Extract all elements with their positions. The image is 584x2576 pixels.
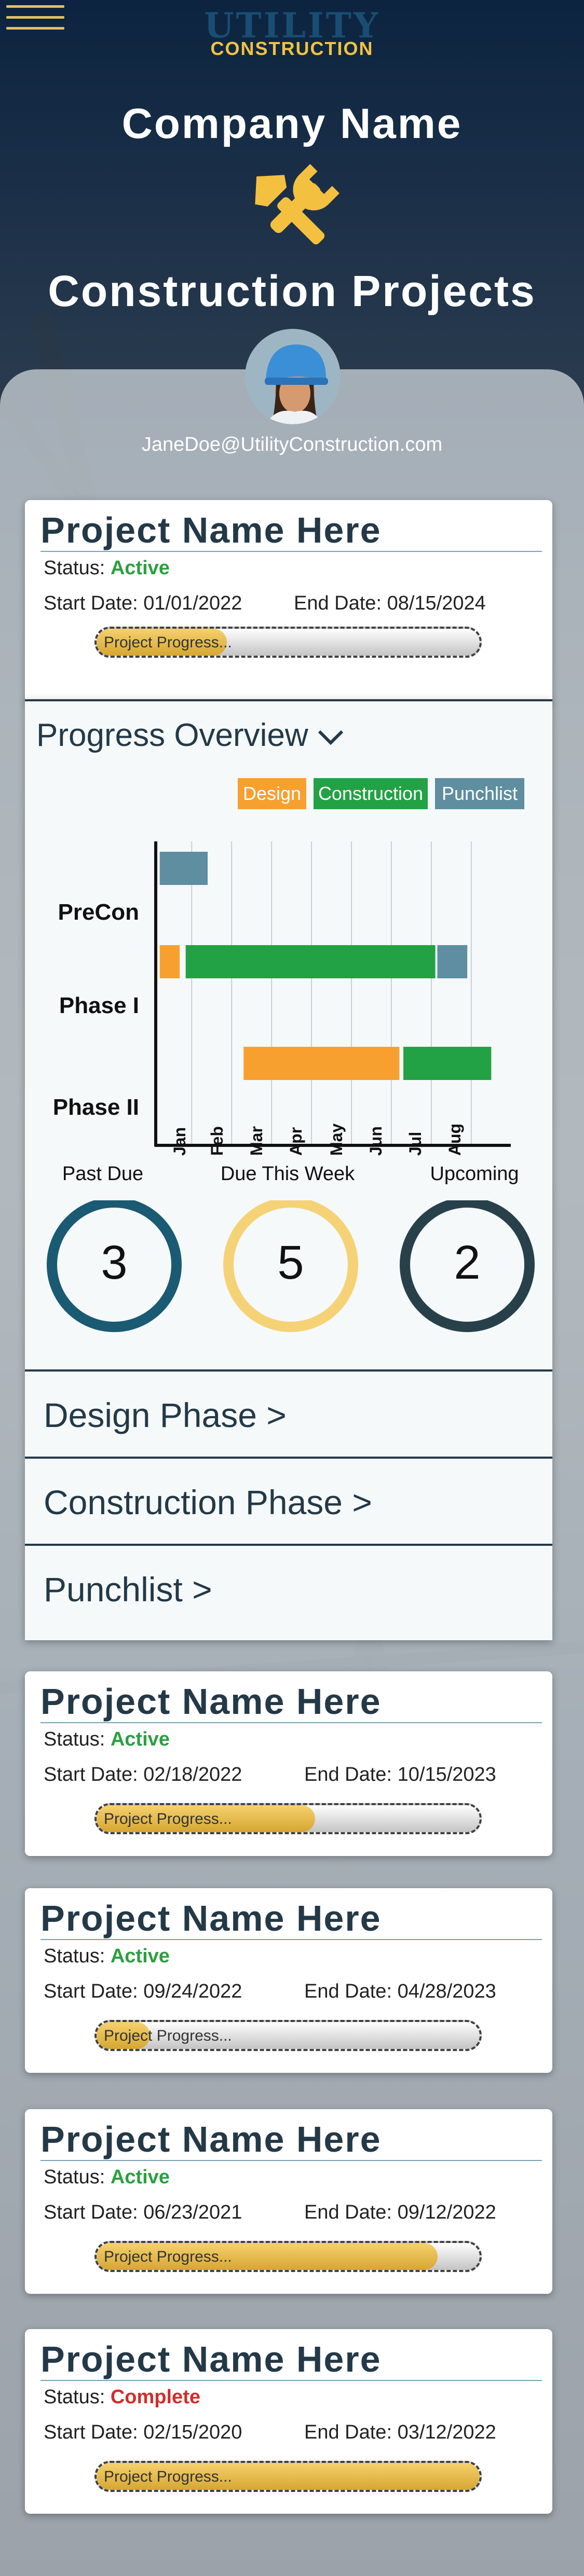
company-name: Company Name [121, 100, 463, 147]
y-label-phase-ii: Phase II [52, 1095, 139, 1120]
project-status: Status: Active [44, 1728, 170, 1750]
end-date: End Date: 10/15/2023 [304, 1764, 496, 1785]
title-divider [40, 1722, 542, 1723]
overview-title: Progress Overview [36, 717, 308, 753]
x-label-aug: Aug [445, 1123, 464, 1156]
project-name: Project Name Here [40, 1681, 382, 1722]
x-label-feb: Feb [208, 1126, 226, 1156]
project-status: Status: Active [44, 557, 170, 579]
page-title: Construction Projects [48, 267, 536, 315]
end-date: End Date: 03/12/2022 [304, 2421, 496, 2443]
past-due-label: Past Due [62, 1163, 144, 1185]
x-label-jul: Jul [406, 1131, 425, 1156]
bar-punchlist-precon [159, 852, 208, 885]
x-label-jan: Jan [170, 1127, 189, 1156]
y-label-precon: PreCon [58, 899, 139, 925]
project-name: Project Name Here [40, 510, 382, 550]
brand-logo: UTILITY CONSTRUCTION [0, 7, 584, 58]
status-value: Active [110, 1728, 170, 1750]
progress-label: Project Progress... [104, 2027, 232, 2044]
bar-design-phase-i [159, 945, 180, 978]
design-phase-link[interactable]: Design Phase > [25, 1369, 552, 1459]
x-label-may: May [327, 1123, 346, 1156]
bar-design-phase-ii [243, 1047, 400, 1080]
user-email[interactable]: JaneDoe@UtilityConstruction.com [0, 434, 584, 456]
project-progress-bar: Project Progress... [94, 627, 482, 658]
project-card[interactable]: Project Name Here Status: Active Start D… [25, 2109, 552, 2294]
bar-punchlist-phase-i [437, 945, 468, 978]
title-divider [40, 551, 542, 552]
title-divider [40, 1939, 542, 1940]
legend-punchlist: Punchlist [435, 778, 524, 809]
start-date: Start Date: 01/01/2022 [44, 592, 242, 614]
due-this-week-label: Due This Week [220, 1163, 355, 1185]
project-progress-bar: Project Progress... [94, 1803, 482, 1834]
y-label-phase-i: Phase I [59, 993, 139, 1018]
project-name: Project Name Here [40, 1898, 382, 1938]
project-card[interactable]: Project Name Here Status: Complete Start… [25, 2329, 552, 2514]
avatar-photo [245, 329, 341, 424]
legend-design: Design [238, 778, 306, 809]
project-card[interactable]: Project Name Here Status: Active Start D… [25, 500, 552, 703]
start-date: Start Date: 02/18/2022 [44, 1764, 242, 1785]
status-value: Active [110, 557, 170, 579]
project-status: Status: Complete [44, 2386, 200, 2408]
end-date: End Date: 08/15/2024 [294, 592, 486, 614]
end-date: End Date: 04/28/2023 [304, 1981, 496, 2002]
title-divider [40, 2380, 542, 2381]
punchlist-link[interactable]: Punchlist > [25, 1544, 552, 1633]
start-date: Start Date: 06/23/2021 [44, 2201, 242, 2223]
progress-label: Project Progress... [104, 1810, 232, 1827]
progress-label: Project Progress... [104, 2248, 232, 2265]
progress-label: Project Progress... [104, 2468, 232, 2485]
bar-construction-phase-i [185, 945, 436, 978]
x-label-mar: Mar [247, 1126, 266, 1156]
overview-toggle[interactable]: Progress Overview [36, 717, 344, 754]
project-status: Status: Active [44, 1945, 170, 1967]
progress-overview-panel: Progress Overview Design Construction Pu… [25, 699, 552, 1640]
status-value: Complete [110, 2386, 200, 2408]
due-this-week-count[interactable]: 5 [239, 1236, 343, 1290]
construction-phase-link[interactable]: Construction Phase > [25, 1457, 552, 1546]
project-progress-bar: Project Progress... [94, 2461, 482, 2492]
upcoming-count[interactable]: 2 [415, 1236, 519, 1290]
bar-construction-phase-ii [403, 1047, 492, 1080]
status-value: Active [110, 2166, 170, 2188]
end-date: End Date: 09/12/2022 [304, 2201, 496, 2223]
project-progress-bar: Project Progress... [94, 2241, 482, 2272]
chevron-down-icon [318, 730, 344, 745]
project-name: Project Name Here [40, 2339, 382, 2379]
logo-line2: CONSTRUCTION [210, 38, 374, 59]
legend-construction: Construction [314, 778, 428, 809]
project-progress-bar: Project Progress... [94, 2020, 482, 2051]
status-value: Active [110, 1945, 170, 1967]
upcoming-label: Upcoming [430, 1163, 519, 1185]
past-due-count[interactable]: 3 [62, 1236, 166, 1290]
x-label-apr: Apr [287, 1127, 305, 1156]
project-card[interactable]: Project Name Here Status: Active Start D… [25, 1671, 552, 1856]
progress-label: Project Progress... [104, 634, 232, 651]
project-status: Status: Active [44, 2166, 170, 2188]
tools-icon [255, 164, 339, 245]
start-date: Start Date: 02/15/2020 [44, 2421, 242, 2443]
title-divider [40, 2160, 542, 2161]
start-date: Start Date: 09/24/2022 [44, 1981, 242, 2002]
user-avatar[interactable] [245, 329, 341, 424]
x-label-jun: Jun [366, 1126, 385, 1156]
project-card[interactable]: Project Name Here Status: Active Start D… [25, 1888, 552, 2073]
project-name: Project Name Here [40, 2119, 382, 2159]
